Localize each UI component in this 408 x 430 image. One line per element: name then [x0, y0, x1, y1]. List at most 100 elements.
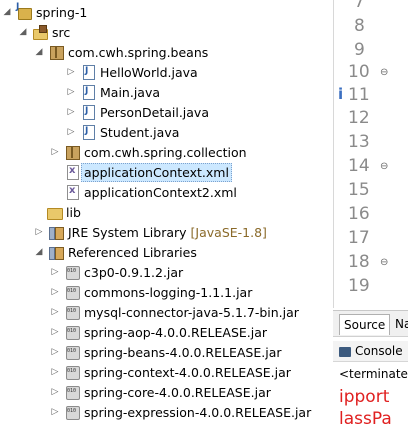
- line-number: 16: [348, 204, 370, 224]
- console-status: <terminated: [339, 367, 408, 381]
- console-tab[interactable]: Console: [333, 341, 408, 362]
- expand-arrow-icon[interactable]: ▷: [50, 326, 60, 338]
- jre-label: JRE System Library: [68, 224, 187, 240]
- expand-arrow-icon[interactable]: ▷: [50, 146, 60, 158]
- line-number: i 11: [338, 85, 370, 105]
- expand-arrow-icon[interactable]: ▷: [50, 386, 60, 398]
- tree-item-jar[interactable]: ▷ spring-expression-4.0.0.RELEASE.jar: [0, 402, 333, 422]
- java-file-icon: [80, 124, 96, 140]
- tree-item-lib[interactable]: lib: [0, 202, 333, 222]
- jar-icon: [64, 344, 80, 360]
- jar-label: mysql-connector-java-5.1.7-bin.jar: [84, 304, 299, 320]
- java-file-label: Main.java: [100, 84, 161, 100]
- tree-item-jar[interactable]: ▷ spring-context-4.0.0.RELEASE.jar: [0, 362, 333, 382]
- line-number: 15: [348, 180, 370, 200]
- package-icon: [48, 44, 64, 60]
- fold-collapse-icon[interactable]: ⊖: [380, 257, 388, 268]
- expand-arrow-icon[interactable]: ▷: [66, 86, 76, 98]
- tree-item-jar[interactable]: ▷ spring-core-4.0.0.RELEASE.jar: [0, 382, 333, 402]
- tree-item-project[interactable]: ◢ spring-1: [0, 2, 333, 22]
- package-label: com.cwh.spring.collection: [84, 144, 247, 160]
- jar-icon: [64, 264, 80, 280]
- lib-label: lib: [66, 204, 81, 220]
- line-number: 17: [348, 228, 370, 248]
- referenced-libraries-label: Referenced Libraries: [68, 244, 197, 260]
- jre-version-decoration: [JavaSE-1.8]: [190, 224, 267, 240]
- xml-file-icon: [64, 184, 80, 200]
- jar-label: spring-beans-4.0.0.RELEASE.jar: [84, 344, 282, 360]
- console-error-line: lassPa: [339, 409, 392, 429]
- collapse-arrow-icon[interactable]: ◢: [18, 26, 28, 38]
- tree-item-src[interactable]: ◢ src: [0, 22, 333, 42]
- tree-item-java-file[interactable]: ▷ PersonDetail.java: [0, 102, 333, 122]
- jar-icon: [64, 404, 80, 420]
- collapse-arrow-icon[interactable]: ◢: [34, 246, 44, 258]
- fold-collapse-icon[interactable]: ⊖: [380, 67, 388, 78]
- tree-item-jar[interactable]: ▷ spring-aop-4.0.0.RELEASE.jar: [0, 322, 333, 342]
- tree-item-java-file[interactable]: ▷ Main.java: [0, 82, 333, 102]
- xml-file-label: applicationContext2.xml: [84, 184, 237, 200]
- tree-item-package-beans[interactable]: ◢ com.cwh.spring.beans: [0, 42, 333, 62]
- package-icon: [64, 144, 80, 160]
- tree-item-java-file[interactable]: ▷ HelloWorld.java: [0, 62, 333, 82]
- tree-item-referenced-libraries[interactable]: ◢ Referenced Libraries: [0, 242, 333, 262]
- collapse-arrow-icon[interactable]: ◢: [34, 46, 44, 58]
- expand-arrow-icon[interactable]: ▷: [66, 66, 76, 78]
- expand-arrow-icon[interactable]: ▷: [50, 266, 60, 278]
- java-file-label: Student.java: [100, 124, 180, 140]
- jar-label: commons-logging-1.1.1.jar: [84, 284, 253, 300]
- fold-collapse-icon[interactable]: ⊖: [380, 161, 388, 172]
- java-project-icon: [16, 2, 32, 20]
- line-number: 18 ⊖: [348, 252, 389, 272]
- jar-label: spring-aop-4.0.0.RELEASE.jar: [84, 324, 268, 340]
- line-number: 13: [348, 132, 370, 152]
- collapse-arrow-icon[interactable]: ◢: [2, 6, 12, 18]
- tab-source[interactable]: Source: [339, 314, 391, 335]
- jar-label: c3p0-0.9.1.2.jar: [84, 264, 184, 280]
- jar-icon: [64, 384, 80, 400]
- jar-label: spring-core-4.0.0.RELEASE.jar: [84, 384, 271, 400]
- tree-item-xml-file[interactable]: applicationContext2.xml: [0, 182, 333, 202]
- java-file-icon: [80, 64, 96, 80]
- tree-item-xml-file[interactable]: applicationContext.xml: [0, 162, 333, 182]
- editor-bottom-tabs: Source Na: [333, 310, 408, 338]
- folder-icon: [46, 204, 63, 220]
- console-title: Console: [355, 344, 403, 358]
- line-number: 12: [348, 108, 370, 128]
- tree-item-jar[interactable]: ▷ c3p0-0.9.1.2.jar: [0, 262, 333, 282]
- expand-arrow-icon[interactable]: ▷: [50, 286, 60, 298]
- line-number: 8: [354, 16, 365, 36]
- expand-arrow-icon[interactable]: ▷: [50, 366, 60, 378]
- tree-item-package-collection[interactable]: ▷ com.cwh.spring.collection: [0, 142, 333, 162]
- expand-arrow-icon[interactable]: ▷: [50, 306, 60, 318]
- expand-arrow-icon[interactable]: ▷: [34, 226, 44, 238]
- expand-arrow-icon[interactable]: ▷: [50, 346, 60, 358]
- console-view: Console <terminated ipport lassPa: [333, 336, 408, 430]
- jar-icon: [64, 304, 80, 320]
- jar-label: spring-expression-4.0.0.RELEASE.jar: [84, 404, 312, 420]
- jar-icon: [64, 364, 80, 380]
- package-label: com.cwh.spring.beans: [68, 44, 209, 60]
- jar-icon: [64, 324, 80, 340]
- tree-item-java-file[interactable]: ▷ Student.java: [0, 122, 333, 142]
- tree-item-jar[interactable]: ▷ mysql-connector-java-5.1.7-bin.jar: [0, 302, 333, 322]
- expand-arrow-icon[interactable]: ▷: [66, 106, 76, 118]
- tree-item-jar[interactable]: ▷ commons-logging-1.1.1.jar: [0, 282, 333, 302]
- line-number: 10 ⊖: [348, 62, 389, 82]
- src-label: src: [52, 24, 71, 40]
- editor-line-gutter[interactable]: 7 8 9 10 ⊖ i 11 12 13 14 ⊖ 15 16 17 18 ⊖…: [333, 0, 408, 308]
- jar-label: spring-context-4.0.0.RELEASE.jar: [84, 364, 291, 380]
- java-file-icon: [80, 84, 96, 100]
- line-number: 14 ⊖: [348, 156, 389, 176]
- expand-arrow-icon[interactable]: ▷: [50, 406, 60, 418]
- tree-item-jar[interactable]: ▷ spring-beans-4.0.0.RELEASE.jar: [0, 342, 333, 362]
- info-marker-icon[interactable]: i: [338, 85, 343, 103]
- console-error-line: ipport: [339, 387, 390, 407]
- expand-arrow-icon[interactable]: ▷: [66, 126, 76, 138]
- java-file-label: PersonDetail.java: [100, 104, 209, 120]
- library-icon: [48, 244, 64, 260]
- line-number: 19: [348, 276, 370, 296]
- tab-namespaces[interactable]: Na: [391, 314, 408, 334]
- source-folder-icon: [32, 24, 48, 40]
- tree-item-jre[interactable]: ▷ JRE System Library [JavaSE-1.8]: [0, 222, 333, 242]
